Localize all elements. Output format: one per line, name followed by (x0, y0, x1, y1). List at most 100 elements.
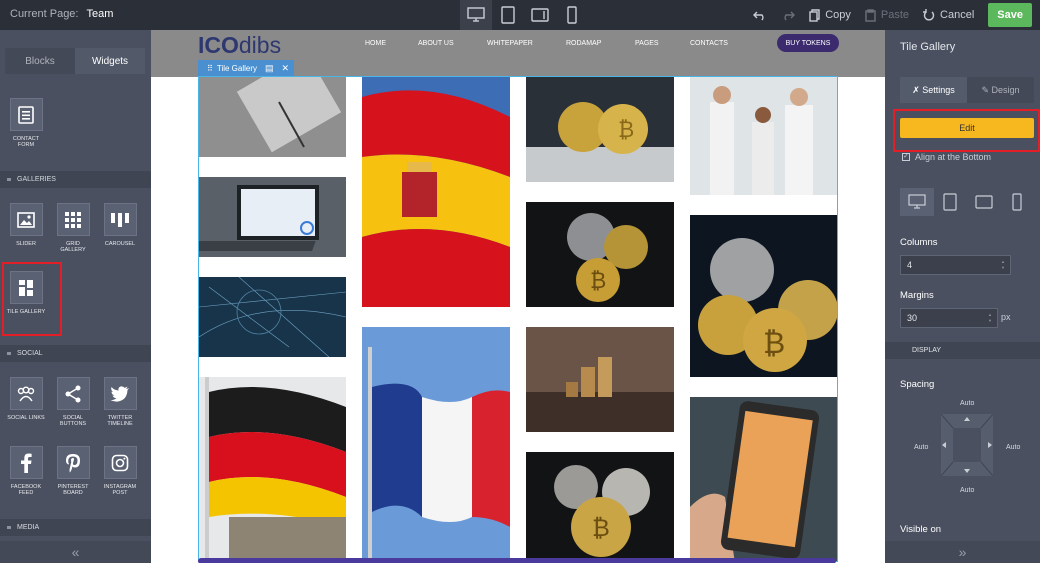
form-icon (18, 105, 34, 124)
spacing-top-value[interactable]: Auto (960, 400, 974, 407)
tab-settings[interactable]: ✗ Settings (900, 77, 967, 103)
tile-gallery-highlight (2, 262, 62, 336)
tile-image (690, 77, 837, 195)
right-device-switcher (900, 188, 1034, 216)
section-media[interactable]: MEDIA (0, 519, 151, 536)
widget-carousel[interactable]: CAROUSEL (100, 203, 140, 247)
gallery-tile-coin-pile[interactable]: ₿ (526, 452, 674, 561)
widget-twitter-timeline[interactable]: TWITTER TIMELINE (100, 377, 140, 427)
nav-pages[interactable]: PAGES (635, 40, 659, 47)
paste-button[interactable]: Paste (865, 8, 909, 22)
mobile-icon (567, 6, 577, 24)
tab-blocks[interactable]: Blocks (5, 48, 75, 74)
spacing-bottom-value[interactable]: Auto (960, 487, 974, 494)
paste-icon (865, 8, 876, 22)
desktop-view-button[interactable] (460, 0, 492, 30)
widget-pinterest-board[interactable]: PINTEREST BOARD (53, 446, 93, 496)
current-page-value[interactable]: Team (86, 8, 113, 20)
visible-on-label: Visible on (900, 524, 942, 535)
logo-light: dibs (238, 32, 282, 58)
desktop-icon (467, 7, 485, 22)
right-panel: Tile Gallery ✗ Settings ✎ Design Edit ✓ A… (885, 30, 1040, 563)
close-icon[interactable]: ✕ (282, 63, 290, 74)
gallery-tile-laptop[interactable] (199, 177, 346, 257)
gallery-tile-business-team[interactable] (690, 77, 837, 195)
tab-widgets[interactable]: Widgets (75, 48, 145, 74)
pinterest-icon (66, 453, 80, 472)
section-display[interactable]: DISPLAY (885, 342, 1040, 359)
undo-icon (753, 11, 764, 21)
tablet-icon (501, 6, 515, 24)
columns-stepper[interactable]: 4 (900, 255, 1011, 275)
margins-label: Margins (900, 290, 934, 301)
tile-image (199, 277, 346, 357)
widget-label: TWITTER TIMELINE (107, 415, 133, 427)
gallery-tile-paper[interactable] (199, 77, 346, 157)
nav-home[interactable]: HOME (365, 40, 386, 47)
gallery-tile-crypto-coins[interactable]: ₿ (690, 215, 837, 377)
spacing-box[interactable] (940, 413, 994, 477)
logo-bold: ICO (198, 32, 239, 58)
align-bottom-checkbox[interactable]: ✓ Align at the Bottom (902, 152, 991, 162)
gallery-tile-spain-flag[interactable] (362, 77, 510, 307)
tab-design[interactable]: ✎ Design (967, 77, 1034, 103)
widget-selection-tag[interactable]: ⠿ Tile Gallery ▤ ✕ (198, 60, 295, 76)
twitter-icon (110, 385, 129, 402)
instagram-icon (111, 454, 129, 471)
grid-icon (65, 211, 81, 228)
widget-contact-form[interactable]: CONTACT FORM (6, 98, 46, 148)
gallery-tile-network[interactable] (199, 277, 346, 357)
nav-whitepaper[interactable]: WHITEPAPER (487, 40, 533, 47)
buy-tokens-button[interactable]: BUY TOKENS (777, 34, 839, 52)
copy-icon (809, 8, 820, 22)
spacing-right-value[interactable]: Auto (1006, 444, 1020, 451)
nav-roadmap[interactable]: RODAMAP (566, 40, 601, 47)
desktop-settings-button[interactable] (900, 188, 934, 216)
widget-slider[interactable]: SLIDER (6, 203, 46, 247)
spacing-label: Spacing (900, 379, 935, 390)
section-social[interactable]: SOCIAL (0, 345, 151, 362)
gallery-tile-coins-dark[interactable]: ₿ (526, 202, 674, 307)
duplicate-icon[interactable]: ▤ (265, 63, 274, 74)
cancel-button[interactable]: Cancel (923, 9, 974, 21)
gallery-tile-coins-keyboard[interactable]: ₿ (526, 77, 674, 182)
section-galleries[interactable]: GALLERIES (0, 171, 151, 188)
tablet-landscape-settings-button[interactable] (967, 188, 1001, 216)
checkmark-icon: ✓ (902, 153, 910, 161)
spacing-left-value[interactable]: Auto (914, 444, 928, 451)
collapse-left-panel-button[interactable]: « (0, 541, 151, 563)
tablet-settings-button[interactable] (934, 188, 968, 216)
drag-handle-icon[interactable]: ⠿ (207, 64, 213, 73)
collapse-right-panel-button[interactable]: » (885, 541, 1040, 563)
widget-social-links[interactable]: SOCIAL LINKS (6, 377, 46, 421)
save-button[interactable]: Save (988, 3, 1032, 27)
left-tabs: Blocks Widgets (5, 48, 145, 74)
people-icon (17, 386, 35, 401)
nav-about-us[interactable]: ABOUT US (418, 40, 454, 47)
widget-label: GRID GALLERY (60, 241, 86, 253)
widget-instagram-post[interactable]: INSTAGRAM POST (100, 446, 140, 496)
app-window: Current Page: Team Copy Paste Cancel Save (0, 0, 1040, 563)
svg-text:₿: ₿ (763, 327, 785, 360)
mobile-view-button[interactable] (556, 0, 588, 30)
widget-label: SOCIAL LINKS (7, 415, 45, 421)
widget-facebook-feed[interactable]: FACEBOOK FEED (6, 446, 46, 496)
gallery-tile-coin-stacks[interactable] (526, 327, 674, 432)
site-logo[interactable]: ICOdibs (198, 32, 281, 59)
gallery-tile-germany-flag[interactable] (199, 377, 346, 561)
tile-image: ₿ (526, 77, 674, 182)
undo-button[interactable] (753, 9, 767, 21)
gallery-tile-france-flag[interactable] (362, 327, 510, 561)
tablet-view-button[interactable] (492, 0, 524, 30)
svg-text:₿: ₿ (590, 268, 606, 293)
redo-button[interactable] (781, 9, 796, 21)
tablet-landscape-view-button[interactable] (524, 0, 556, 30)
widget-grid-gallery[interactable]: GRID GALLERY (53, 203, 93, 253)
gallery-tile-phone[interactable] (690, 397, 837, 561)
widget-social-buttons[interactable]: SOCIAL BUTTONS (53, 377, 93, 427)
tile-gallery[interactable]: ₿ ₿ ₿ ₿ (198, 76, 838, 562)
margins-stepper[interactable]: 30 (900, 308, 998, 328)
copy-button[interactable]: Copy (809, 8, 851, 22)
mobile-settings-button[interactable] (1001, 188, 1035, 216)
nav-contacts[interactable]: CONTACTS (690, 40, 728, 47)
